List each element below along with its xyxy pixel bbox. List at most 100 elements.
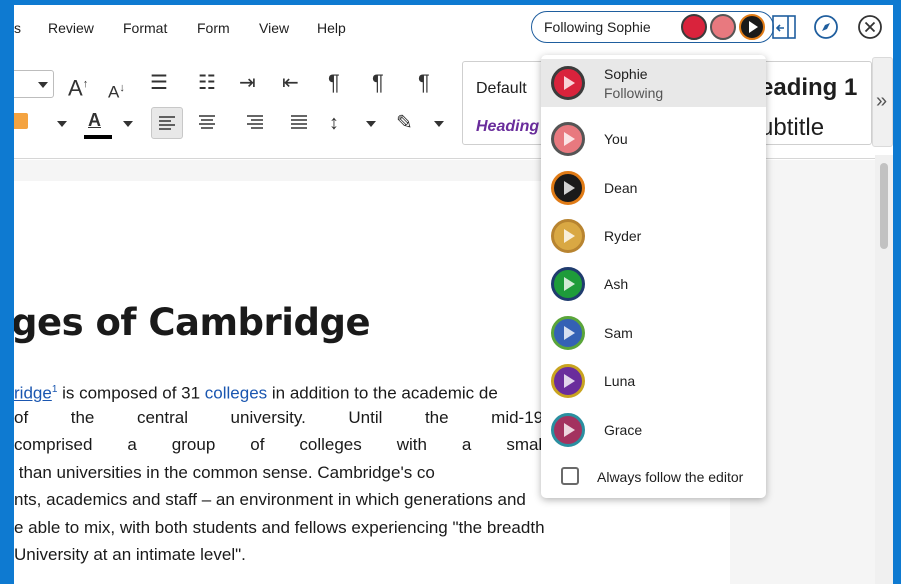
avatar bbox=[551, 413, 585, 447]
chevron-down-icon bbox=[38, 82, 48, 88]
following-dropdown: Always follow the editor Sophie Following… bbox=[541, 55, 766, 498]
paragraph-word: colleges bbox=[299, 435, 362, 454]
follower-name: Ryder bbox=[604, 228, 642, 244]
align-right-icon[interactable] bbox=[240, 107, 270, 137]
chevron-down-icon[interactable] bbox=[57, 120, 67, 128]
style-subtitle[interactable]: ubtitle bbox=[760, 114, 824, 142]
line-spacing-icon[interactable]: ↕ bbox=[329, 113, 339, 133]
sidebar-icon[interactable] bbox=[771, 14, 797, 40]
follower-item-dean[interactable]: Dean bbox=[541, 164, 766, 212]
follower-name: You bbox=[604, 131, 628, 147]
style-default[interactable]: Default bbox=[476, 80, 527, 98]
bullet-list-icon[interactable]: ☰ bbox=[150, 73, 168, 93]
avatar-dean-mini bbox=[739, 14, 765, 40]
paragraph-text: is composed of 31 bbox=[57, 383, 205, 403]
always-follow-checkbox[interactable] bbox=[561, 467, 579, 485]
paragraph-word: group bbox=[171, 435, 216, 454]
follower-item-ash[interactable]: Ash bbox=[541, 260, 766, 308]
paragraph-line: ofthecentraluniversity.Untilthemid-19thc… bbox=[14, 404, 632, 432]
paragraph-word: with bbox=[396, 435, 427, 454]
grow-font-icon[interactable]: A↑ bbox=[68, 74, 88, 99]
avatar bbox=[551, 267, 585, 301]
font-size-dropdown[interactable] bbox=[14, 70, 54, 98]
paragraph-word: of bbox=[14, 407, 29, 427]
follower-item-sam[interactable]: Sam bbox=[541, 309, 766, 357]
numbered-list-icon[interactable]: ☷ bbox=[198, 73, 216, 93]
increase-indent-icon[interactable]: ⇥ bbox=[239, 73, 256, 93]
paragraph-line: ridge1 is composed of 31 colleges in add… bbox=[14, 376, 632, 404]
avatar bbox=[551, 219, 585, 253]
double-chevron-right-icon: » bbox=[876, 90, 888, 112]
colleges-link[interactable]: colleges bbox=[205, 384, 267, 403]
paragraph-line: University at an intimate level". bbox=[14, 545, 246, 564]
menu-item-format[interactable]: Format bbox=[123, 20, 167, 36]
ltr-icon[interactable]: ¶ bbox=[372, 72, 384, 94]
avatar-sophie-mini bbox=[681, 14, 707, 40]
document-paragraph: ridge1 is composed of 31 colleges in add… bbox=[14, 376, 632, 569]
follower-name: Grace bbox=[604, 422, 643, 438]
menu-item-form[interactable]: Form bbox=[197, 20, 230, 36]
follower-item-sophie[interactable]: Sophie Following bbox=[541, 59, 766, 107]
avatar-you-mini bbox=[710, 14, 736, 40]
following-label: Following Sophie bbox=[544, 19, 651, 35]
menu-item-help[interactable]: Help bbox=[317, 20, 346, 36]
vertical-scrollbar[interactable] bbox=[875, 155, 893, 584]
avatar bbox=[551, 66, 585, 100]
follower-name: Luna bbox=[604, 373, 636, 389]
avatar bbox=[551, 364, 585, 398]
paragraph-line: comprisedagroupofcollegeswithasmallcentr… bbox=[14, 431, 632, 459]
document-heading: ges of Cambridge bbox=[14, 301, 371, 344]
close-icon[interactable] bbox=[857, 14, 883, 40]
paragraph-line: nts, academics and staff – an environmen… bbox=[14, 490, 526, 509]
follower-name: Sam bbox=[604, 325, 633, 341]
follower-item-ryder[interactable]: Ryder bbox=[541, 212, 766, 260]
menu-item-tools[interactable]: s bbox=[14, 20, 21, 36]
style-heading-1[interactable]: eading 1 bbox=[760, 74, 857, 102]
cambridge-link[interactable]: ridge bbox=[14, 384, 52, 403]
always-follow-label[interactable]: Always follow the editor bbox=[597, 469, 743, 485]
follower-name: Ash bbox=[604, 276, 629, 292]
scrollbar-thumb[interactable] bbox=[880, 163, 888, 249]
highlight-icon[interactable] bbox=[14, 113, 28, 129]
paragraph-line: e able to mix, with both students and fe… bbox=[14, 517, 545, 537]
font-color-icon[interactable]: A bbox=[88, 110, 101, 131]
paragraph-word: the bbox=[70, 407, 95, 427]
paragraph-word: comprised bbox=[14, 435, 93, 454]
avatar bbox=[551, 316, 585, 350]
app-window: s Review Format Form View Help Following… bbox=[14, 5, 893, 584]
avatar bbox=[551, 122, 585, 156]
paragraph-word: a bbox=[127, 435, 137, 454]
follower-name: Dean bbox=[604, 180, 638, 196]
paragraph-line: than universities in the common sense. C… bbox=[14, 462, 435, 482]
paragraph-word: Until bbox=[348, 407, 383, 427]
chevron-down-icon[interactable] bbox=[434, 120, 444, 128]
following-button[interactable]: Following Sophie bbox=[531, 11, 774, 43]
follower-item-luna[interactable]: Luna bbox=[541, 357, 766, 405]
style-heading[interactable]: Heading bbox=[476, 118, 539, 136]
paragraph-text: in addition to the academic de bbox=[267, 383, 498, 403]
chevron-down-icon[interactable] bbox=[123, 120, 133, 128]
shrink-font-icon[interactable]: A↓ bbox=[108, 78, 125, 103]
menu-item-view[interactable]: View bbox=[259, 20, 289, 36]
paragraph-word: university. bbox=[230, 407, 306, 427]
follower-status: Following bbox=[604, 85, 664, 101]
align-center-icon[interactable] bbox=[192, 107, 222, 137]
follower-item-you[interactable]: You bbox=[541, 115, 766, 163]
paragraph-word: the bbox=[424, 407, 449, 427]
menu-bar: s Review Format Form View Help Following… bbox=[14, 5, 893, 51]
decrease-indent-icon[interactable]: ⇤ bbox=[282, 73, 299, 93]
navigator-icon[interactable] bbox=[813, 14, 839, 40]
align-left-button[interactable] bbox=[151, 107, 183, 139]
formatting-marks-icon[interactable]: ¶ bbox=[328, 72, 340, 94]
follower-name: Sophie bbox=[604, 66, 648, 82]
paragraph-word: of bbox=[250, 435, 265, 454]
paragraph-spacing-icon[interactable]: ✎ bbox=[396, 113, 413, 133]
menu-item-review[interactable]: Review bbox=[48, 20, 94, 36]
avatar bbox=[551, 171, 585, 205]
follower-item-grace[interactable]: Grace bbox=[541, 406, 766, 454]
chevron-down-icon[interactable] bbox=[366, 120, 376, 128]
justify-icon[interactable] bbox=[284, 107, 314, 137]
sidebar-toggle-button[interactable]: » bbox=[872, 57, 893, 147]
rtl-icon[interactable]: ¶ bbox=[418, 72, 430, 94]
font-color-swatch bbox=[84, 135, 112, 139]
